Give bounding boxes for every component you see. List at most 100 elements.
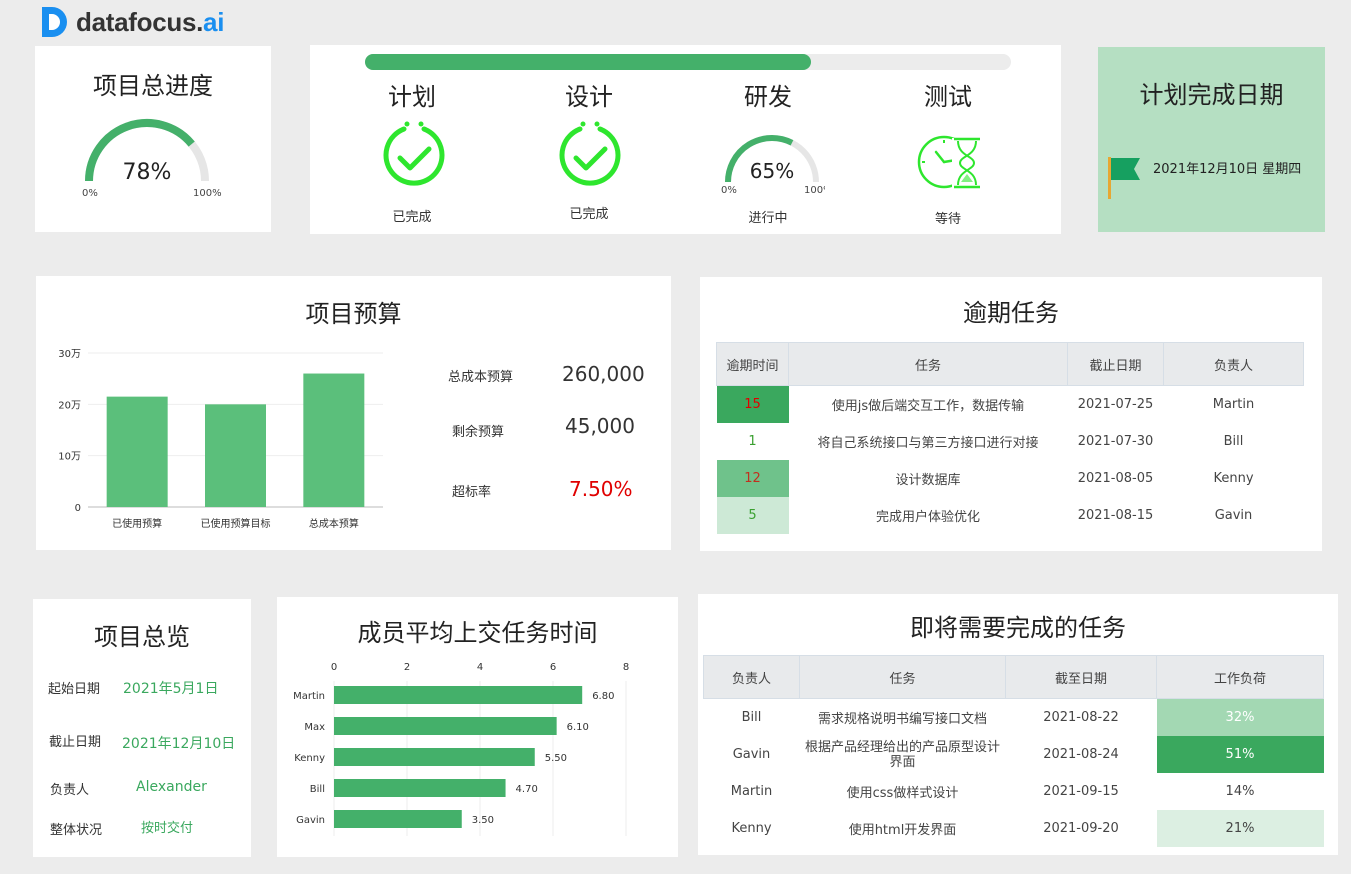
stage-plan-status: 已完成 (392, 210, 432, 225)
bar[interactable] (303, 373, 365, 507)
dev-percent: 65% (749, 159, 795, 183)
table-row[interactable]: Gavin 根据产品经理给出的产品原型设计界面 2021-08-24 51% (704, 736, 1324, 773)
overdue-owner: Kenny (1213, 471, 1254, 486)
overdue-days: 15 (716, 385, 789, 423)
upcoming-load: 14% (1225, 784, 1255, 799)
overdue-owner: Gavin (1214, 508, 1253, 523)
brand-logo: datafocus.ai (40, 4, 224, 40)
members-bar-chart: 0 2 4 6 8 Martin 6.80 Max 6.10 Kenny 5.50 Bill 4.70 G… (293, 662, 629, 836)
table-row[interactable]: Martin 使用css做样式设计 2021-09-15 14% (704, 773, 1324, 810)
deadline-panel: 计划完成日期 2021年12月10日 星期四 (1098, 47, 1325, 232)
x-tick-label: 0 (331, 662, 337, 673)
overall-min-label: 0% (82, 188, 98, 199)
overdue-date: 2021-07-25 (1077, 397, 1154, 412)
data-label: 5.50 (545, 753, 567, 764)
overdue-panel: 逾期任务 逾期时间 任务 截止日期 负责人 15 使用js做后端交互工作，数据传… (700, 277, 1322, 551)
stage-progress-track (365, 54, 1011, 70)
table-row[interactable]: 5 完成用户体验优化 2021-08-15 Gavin (716, 497, 1304, 534)
upcoming-title: 即将需要完成的任务 (910, 614, 1126, 642)
upcoming-load: 32% (1156, 698, 1324, 736)
col-header[interactable]: 截至日期 (1005, 655, 1157, 699)
overview-owner-value: Alexander (136, 779, 207, 795)
dev-max-label: 100% (804, 185, 825, 196)
overdue-owner: Bill (1223, 434, 1244, 449)
col-header[interactable]: 负责人 (703, 655, 800, 699)
overdue-date: 2021-08-05 (1077, 471, 1154, 486)
budget-panel: 项目预算 0 10万 20万 30万 已使用预算 已使用预算目标 总成本预算 总成本预算 2… (36, 276, 671, 550)
overall-max-label: 100% (193, 188, 222, 199)
bar[interactable] (334, 717, 557, 735)
members-panel: 成员平均上交任务时间 0 2 4 6 8 Martin 6.80 Max 6.10 Kenny 5.… (277, 597, 678, 857)
overdue-task: 完成用户体验优化 (875, 510, 980, 525)
x-tick-label: 总成本预算 (309, 517, 359, 530)
overdue-date: 2021-07-30 (1077, 434, 1154, 449)
budget-bar-chart: 0 10万 20万 30万已使用预算 已使用预算目标 总成本预算 (58, 349, 383, 530)
upcoming-table: 负责人 任务 截至日期 工作负荷 Bill 需求规格说明书编写接口文档 2021… (703, 655, 1324, 847)
table-row[interactable]: Kenny 使用html开发界面 2021-09-20 21% (704, 810, 1324, 847)
stage-progress-fill (365, 54, 811, 70)
y-tick-label: Martin (293, 691, 325, 702)
upcoming-task: 根据产品经理给出的产品原型设计界面 (804, 739, 1000, 770)
y-tick-label: 20万 (58, 400, 81, 411)
budget-over-value: 7.50% (569, 477, 633, 501)
data-label: 6.80 (592, 691, 614, 702)
data-label: 3.50 (472, 815, 494, 826)
upcoming-load: 21% (1156, 810, 1324, 847)
overview-status-label: 整体状况 (50, 823, 103, 838)
table-row[interactable]: Bill 需求规格说明书编写接口文档 2021-08-22 32% (704, 698, 1324, 736)
deadline-date: 2021年12月10日 星期四 (1153, 162, 1302, 177)
overdue-task: 使用js做后端交互工作，数据传输 (831, 399, 1025, 414)
col-header[interactable]: 负责人 (1163, 342, 1304, 386)
stages-panel: 计划 已完成 设计 已完成 研发 65% 0% 100% 进行中 测 (310, 45, 1061, 234)
col-header[interactable]: 任务 (788, 342, 1068, 386)
stage-test: 测试 等待 (888, 77, 1008, 227)
deadline-title: 计划完成日期 (1139, 81, 1284, 109)
overdue-days: 1 (748, 434, 757, 449)
upcoming-date: 2021-09-15 (1043, 784, 1119, 799)
upcoming-owner: Gavin (732, 747, 771, 762)
overall-progress-panel: 项目总进度 78% 0% 100% (35, 46, 271, 232)
overdue-date: 2021-08-15 (1077, 508, 1154, 523)
y-tick-label: 30万 (58, 349, 81, 360)
overdue-task: 将自己系统接口与第三方接口进行对接 (817, 436, 1039, 451)
upcoming-owner: Martin (730, 784, 773, 799)
stage-dev: 研发 65% 0% 100% 进行中 (708, 77, 828, 227)
stage-test-title: 测试 (924, 83, 972, 111)
x-tick-label: 已使用预算 (112, 517, 162, 530)
table-row[interactable]: 15 使用js做后端交互工作，数据传输 2021-07-25 Martin (716, 385, 1304, 423)
stage-plan: 计划 已完成 (352, 77, 472, 227)
col-header[interactable]: 逾期时间 (716, 342, 789, 386)
bar[interactable] (205, 404, 266, 507)
brand-name: datafocus. (76, 6, 204, 37)
bar[interactable] (334, 748, 535, 766)
upcoming-date: 2021-08-22 (1043, 710, 1119, 725)
overview-start-value: 2021年5月1日 (123, 681, 219, 697)
budget-total-label: 总成本预算 (448, 370, 514, 385)
table-row[interactable]: 12 设计数据库 2021-08-05 Kenny (716, 460, 1304, 497)
bar[interactable] (334, 686, 583, 704)
bar[interactable] (106, 396, 168, 507)
y-tick-label: Bill (310, 784, 325, 795)
stage-design-title: 设计 (565, 83, 613, 111)
bar[interactable] (334, 810, 462, 828)
y-tick-label: 0 (75, 503, 81, 514)
x-tick-label: 已使用预算目标 (201, 517, 271, 530)
table-row[interactable]: 1 将自己系统接口与第三方接口进行对接 2021-07-30 Bill (717, 423, 1304, 460)
check-circle-icon (383, 121, 445, 186)
budget-remain-label: 剩余预算 (452, 425, 505, 440)
upcoming-load: 51% (1156, 736, 1324, 773)
flag-icon (1108, 157, 1140, 199)
y-tick-label: Gavin (296, 815, 325, 826)
overdue-days: 5 (716, 497, 789, 534)
y-tick-label: 10万 (58, 452, 81, 463)
x-tick-label: 4 (477, 662, 483, 673)
col-header[interactable]: 工作负荷 (1156, 655, 1324, 699)
overview-end-label: 截止日期 (49, 735, 102, 750)
col-header[interactable]: 任务 (799, 655, 1006, 699)
bar[interactable] (334, 779, 506, 797)
upcoming-owner: Bill (741, 710, 762, 725)
data-label: 6.10 (567, 722, 589, 733)
overall-percent: 78% (122, 160, 172, 185)
stage-plan-title: 计划 (388, 83, 436, 111)
col-header[interactable]: 截止日期 (1067, 342, 1164, 386)
